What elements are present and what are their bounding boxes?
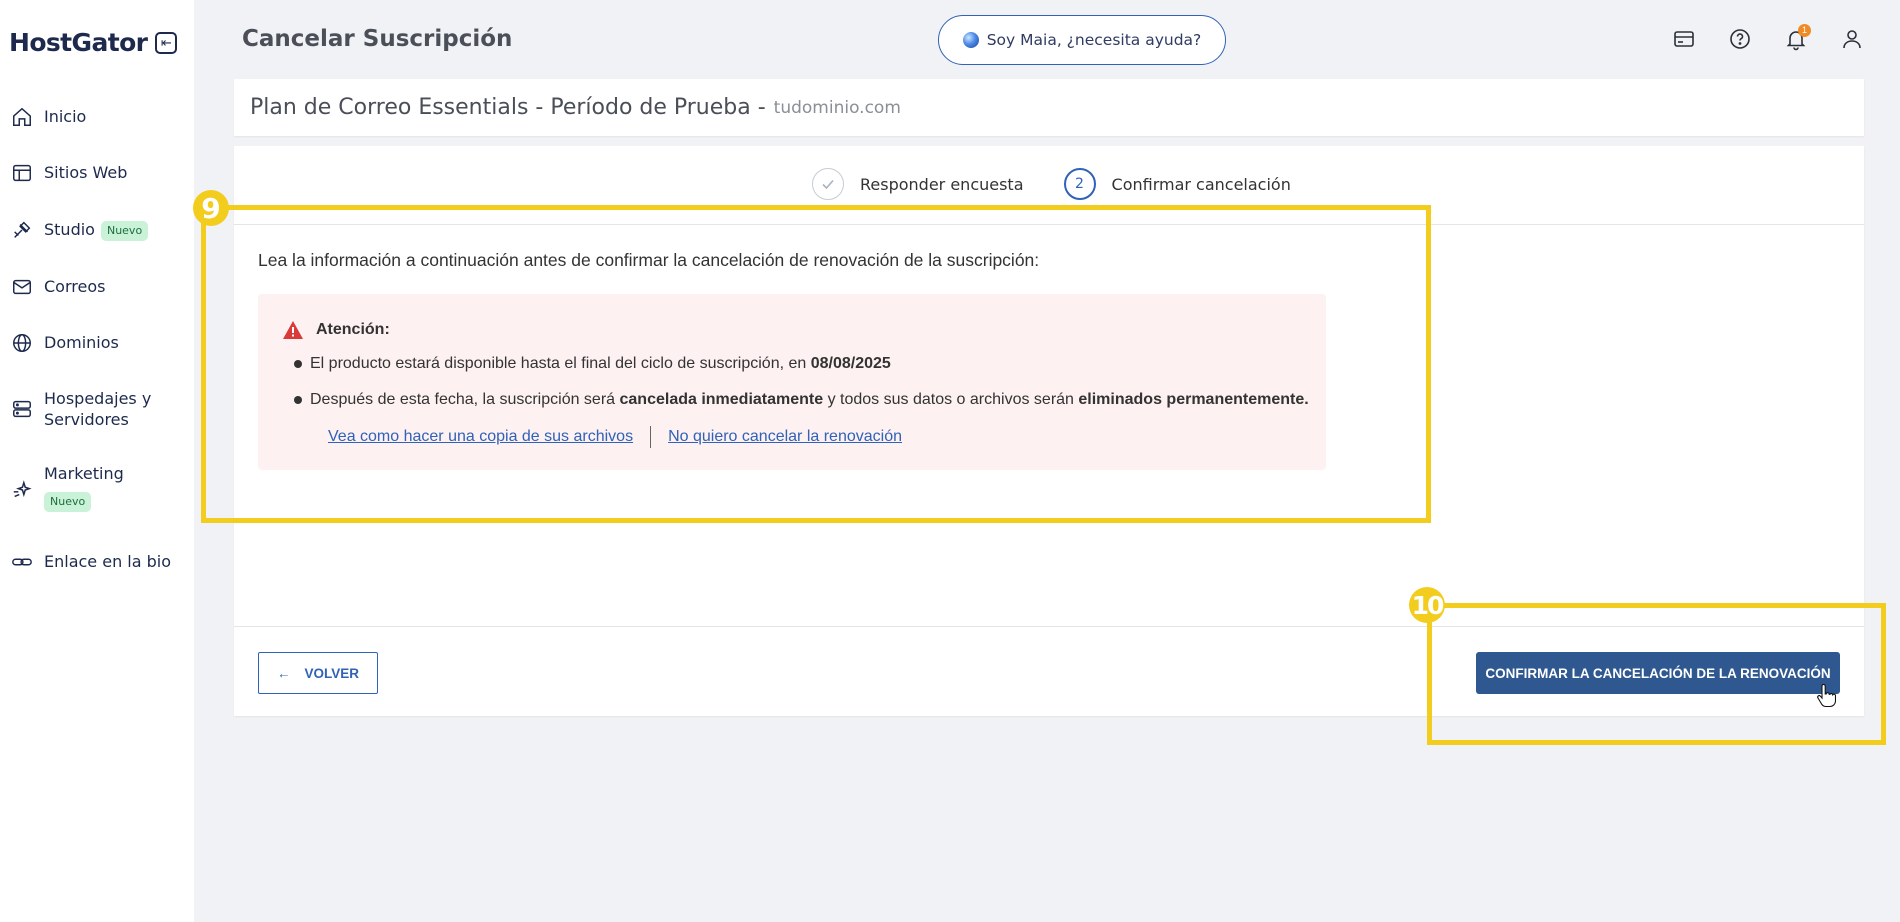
studio-icon	[10, 218, 34, 242]
sparkle-icon	[10, 478, 34, 502]
studio-label: Studio	[44, 220, 95, 239]
step-responder-encuesta: Responder encuesta	[812, 168, 1024, 200]
globe-icon	[10, 331, 34, 355]
home-icon	[10, 105, 34, 129]
collapse-sidebar-icon[interactable]: ⇤	[155, 31, 178, 54]
hostgator-logo[interactable]: HostGator	[9, 28, 148, 57]
new-badge: Nuevo	[100, 220, 149, 241]
sidebar-item-correos[interactable]: Correos	[10, 275, 105, 299]
step-number: 2	[1063, 168, 1096, 200]
step-label: Confirmar cancelación	[1111, 174, 1291, 194]
assistant-label: Soy Maia, ¿necesita ayuda?	[986, 31, 1202, 49]
step-label: Responder encuesta	[860, 174, 1024, 194]
sidebar: HostGator ⇤ Inicio Sitios Web Studio Nuev…	[0, 0, 194, 922]
sidebar-item-marketing[interactable]: Marketing Nuevo	[10, 462, 124, 512]
arrow-left-icon: ←	[276, 665, 291, 681]
sidebar-item-label: Hospedajes y Servidores	[44, 389, 152, 429]
logo-row: HostGator ⇤	[9, 28, 178, 57]
sidebar-item-label: Studio Nuevo	[44, 218, 149, 241]
highlight-box-10	[1427, 603, 1886, 745]
sidebar-item-sitios-web[interactable]: Sitios Web	[10, 161, 127, 185]
sidebar-item-hospedajes[interactable]: Hospedajes y Servidores	[10, 387, 164, 430]
user-profile-icon[interactable]	[1839, 26, 1865, 52]
annotation-marker-10: 10	[1409, 587, 1445, 623]
sidebar-item-studio[interactable]: Studio Nuevo	[10, 218, 149, 242]
check-icon	[812, 168, 844, 200]
new-badge: Nuevo	[44, 492, 92, 512]
plan-name: Plan de Correo Essentials - Período de P…	[250, 95, 766, 120]
assistant-button[interactable]: Soy Maia, ¿necesita ayuda?	[938, 15, 1226, 65]
plan-header-card: Plan de Correo Essentials - Período de P…	[234, 79, 1864, 136]
sidebar-item-label: Dominios	[44, 333, 119, 352]
sidebar-item-label: Sitios Web	[44, 163, 128, 182]
help-icon[interactable]	[1727, 26, 1753, 52]
step-confirmar-cancelacion: 2 Confirmar cancelación	[1063, 168, 1291, 200]
sidebar-item-label: Enlace en la bio	[44, 552, 172, 571]
stepper: Responder encuesta 2 Confirmar cancelaci…	[812, 168, 1291, 200]
annotation-marker-9: 9	[193, 190, 229, 226]
notifications-bell-icon[interactable]: 1	[1783, 24, 1811, 52]
highlight-box-9	[201, 205, 1431, 523]
sidebar-item-label: Marketing Nuevo	[44, 462, 124, 512]
notification-count-badge: 1	[1798, 24, 1811, 37]
sidebar-item-enlace-bio[interactable]: Enlace en la bio	[10, 550, 171, 574]
sidebar-item-label: Inicio	[44, 107, 87, 126]
mail-icon	[10, 275, 34, 299]
plan-domain: tudominio.com	[773, 97, 901, 118]
billing-card-icon[interactable]	[1671, 26, 1697, 52]
page-title: Cancelar Suscripción	[242, 26, 513, 52]
marketing-label: Marketing	[44, 464, 124, 483]
link-icon	[10, 550, 34, 574]
sidebar-item-label: Correos	[44, 277, 106, 296]
layout-icon	[10, 161, 34, 185]
back-button[interactable]: ← VOLVER	[258, 652, 378, 694]
server-icon	[10, 397, 34, 421]
sidebar-item-inicio[interactable]: Inicio	[10, 105, 86, 129]
maia-orb-icon	[962, 32, 979, 48]
back-label: VOLVER	[304, 665, 359, 681]
sidebar-item-dominios[interactable]: Dominios	[10, 331, 119, 355]
